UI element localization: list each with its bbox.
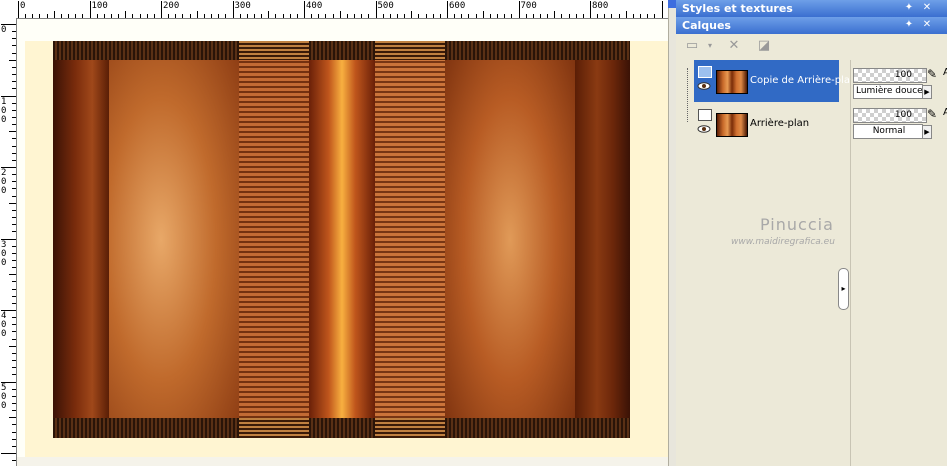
ruler-label: 400 xyxy=(306,1,323,11)
layer-properties: 100 ✎ A Lumière douce ▶ 100 ✎ A Normal ▶ xyxy=(850,60,947,466)
styles-panel-title[interactable]: Styles et textures ✦ ✕ xyxy=(676,0,947,17)
brush-icon[interactable]: ✎ xyxy=(927,67,941,81)
image-band xyxy=(53,41,109,438)
ruler-label: 0 xyxy=(20,1,26,11)
watermark-name: Pinuccia xyxy=(760,215,834,234)
layer-tree-connector xyxy=(687,68,689,122)
collapse-panel-button[interactable]: ▸ xyxy=(838,268,849,310)
scrollbar-thumb[interactable] xyxy=(668,0,676,8)
opacity-slider[interactable]: 100 xyxy=(853,108,927,123)
ruler-label: 700 xyxy=(520,1,537,11)
pin-icon[interactable]: ✦ xyxy=(902,18,916,32)
layer-row-copy[interactable]: Copie de Arrière-plan xyxy=(694,60,856,102)
mask-icon[interactable]: ◪ xyxy=(754,37,774,55)
ruler-label: 1 0 0 xyxy=(1,96,7,125)
layers-toolbar: ▭ ▾ ✕ ◪ xyxy=(676,34,947,58)
image-top-bar xyxy=(53,41,630,60)
blend-mode-select[interactable]: Normal xyxy=(853,124,923,139)
image-bottom-bar xyxy=(53,418,630,438)
eye-icon[interactable] xyxy=(697,125,711,133)
image-band xyxy=(445,41,575,438)
opacity-value: 100 xyxy=(894,70,912,80)
ruler-label: 800 xyxy=(592,1,609,11)
ruler-label: 5 0 0 xyxy=(1,382,7,411)
ruler-label: 0 xyxy=(1,25,7,35)
layers-list: Copie de Arrière-plan Arrière-plan xyxy=(694,60,856,466)
ruler-label: 600 xyxy=(449,1,466,11)
eye-icon[interactable] xyxy=(697,82,711,90)
layer-name: Copie de Arrière-plan xyxy=(750,75,857,86)
layer-type-icon xyxy=(698,109,712,121)
right-panel: Styles et textures ✦ ✕ Calques ✦ ✕ ▭ ▾ ✕… xyxy=(676,0,947,466)
new-layer-icon[interactable]: ▭ xyxy=(682,37,702,55)
props-cut-label: A xyxy=(943,107,947,118)
workspace-bottom-strip xyxy=(17,457,668,466)
layer-props-background: 100 ✎ A Normal ▶ xyxy=(853,104,947,139)
watermark-url: www.maidiregrafica.eu xyxy=(731,237,835,247)
image-band xyxy=(575,41,630,438)
ruler-label: 2 0 0 xyxy=(1,168,7,196)
chevron-right-icon[interactable]: ▶ xyxy=(922,85,932,99)
document-workspace[interactable] xyxy=(17,19,668,466)
styles-panel-title-text: Styles et textures xyxy=(682,2,793,15)
close-icon[interactable]: ✕ xyxy=(920,18,934,32)
layers-panel-title[interactable]: Calques ✦ ✕ xyxy=(676,17,947,34)
image-band xyxy=(239,41,309,438)
image-band-center xyxy=(309,41,375,438)
opacity-value: 100 xyxy=(894,110,912,120)
canvas-area[interactable]: 0 100 200 300 400 500 600 700 800 0 1 0 0 2 0 0 3 0… xyxy=(0,0,677,466)
image-band xyxy=(109,41,239,438)
chevron-right-icon[interactable]: ▶ xyxy=(922,125,932,139)
image-canvas[interactable] xyxy=(53,41,630,438)
ruler-label: 300 xyxy=(234,1,251,11)
layer-name: Arrière-plan xyxy=(750,118,810,129)
delete-layer-icon[interactable]: ✕ xyxy=(724,37,744,55)
props-cut-label: A xyxy=(943,67,947,78)
layer-thumbnail xyxy=(716,113,748,137)
close-icon[interactable]: ✕ xyxy=(920,1,934,15)
image-band xyxy=(375,41,445,438)
chevron-down-icon[interactable]: ▾ xyxy=(700,37,720,55)
horizontal-ruler: 0 100 200 300 400 500 600 700 800 xyxy=(16,0,668,19)
ruler-label: 3 0 0 xyxy=(1,239,7,268)
ruler-label: 4 0 0 xyxy=(1,311,7,339)
ruler-label: 200 xyxy=(163,1,180,11)
ruler-label: 500 xyxy=(377,1,394,11)
pin-icon[interactable]: ✦ xyxy=(902,1,916,15)
layer-thumbnail xyxy=(716,70,748,94)
ruler-corner xyxy=(0,0,17,19)
vertical-ruler: 0 1 0 0 2 0 0 3 0 0 4 0 0 5 0 0 xyxy=(0,18,17,466)
opacity-slider[interactable]: 100 xyxy=(853,68,927,83)
layer-row-background[interactable]: Arrière-plan xyxy=(694,103,839,145)
brush-icon[interactable]: ✎ xyxy=(927,107,941,121)
layer-props-copy: 100 ✎ A Lumière douce ▶ xyxy=(853,64,947,99)
layer-type-icon xyxy=(698,66,712,78)
layers-panel-title-text: Calques xyxy=(682,19,731,32)
blend-mode-select[interactable]: Lumière douce xyxy=(853,84,923,99)
ruler-label: 100 xyxy=(91,1,108,11)
